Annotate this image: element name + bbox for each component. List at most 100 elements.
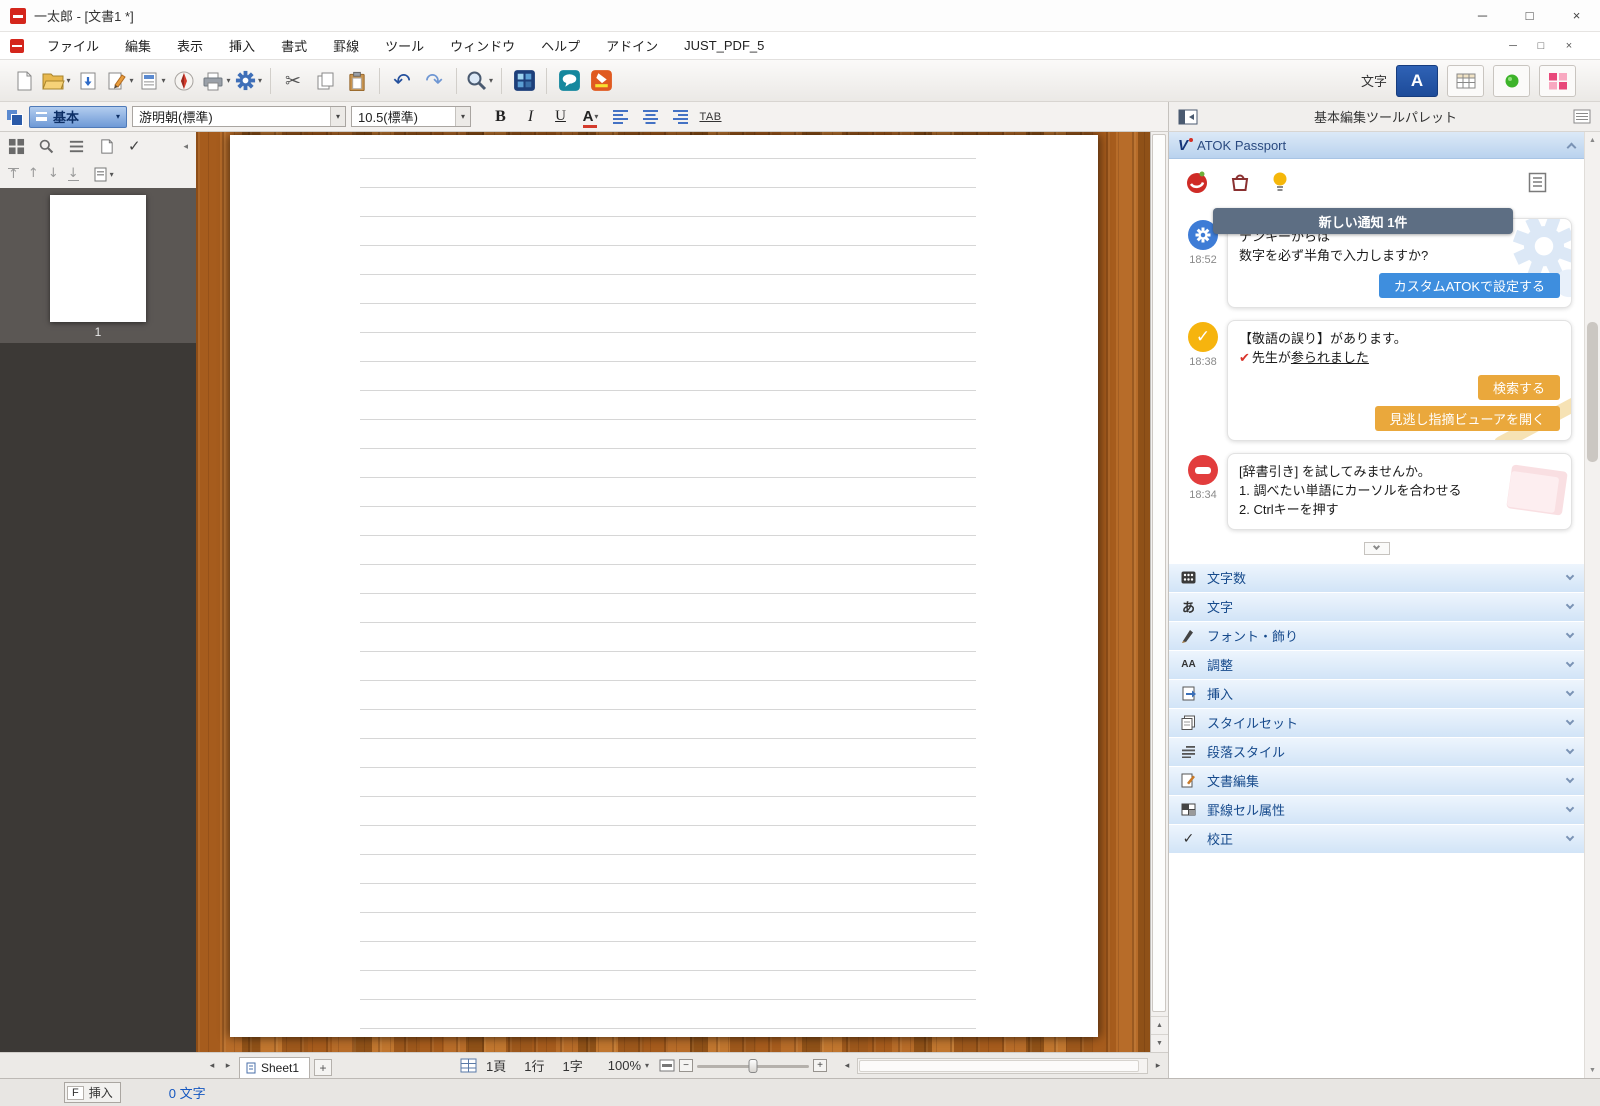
palette-dock-icon[interactable] [1178, 109, 1198, 125]
section-expand-icon[interactable] [1565, 717, 1575, 726]
atok-collapse-tab[interactable] [1363, 541, 1390, 555]
horizontal-scrollbar[interactable] [857, 1057, 1148, 1074]
palette-scroll-up-icon[interactable]: ▲ [1585, 132, 1600, 148]
redo-button[interactable]: ↷ [419, 64, 449, 98]
doc-restore-button[interactable]: □ [1530, 36, 1552, 56]
close-button[interactable]: × [1553, 0, 1600, 31]
menu-tools[interactable]: ツール [372, 32, 437, 59]
idea-bulb-icon[interactable] [1270, 171, 1290, 193]
style-preset-dropdown[interactable]: 基本 ▾ [29, 105, 127, 128]
document-page[interactable] [230, 135, 1098, 1037]
atok-collapse-icon[interactable] [1566, 142, 1577, 152]
section-expand-icon[interactable] [1565, 572, 1575, 581]
align-left-button[interactable] [608, 105, 633, 129]
vertical-scrollbar[interactable]: ▲ ▼ [1150, 132, 1168, 1052]
align-center-button[interactable] [638, 105, 663, 129]
paste-button[interactable] [342, 64, 372, 98]
menu-window[interactable]: ウィンドウ [437, 32, 528, 59]
zoom-out-button[interactable]: − [679, 1059, 694, 1072]
open-caret-icon[interactable]: ▾ [66, 76, 70, 85]
palette-scroll-down-icon[interactable]: ▼ [1585, 1062, 1600, 1078]
section-char-count[interactable]: 文字数 [1169, 563, 1584, 593]
palette-mini-icon[interactable] [6, 109, 23, 126]
cut-button[interactable]: ✂ [278, 64, 308, 98]
shop-bag-icon[interactable] [1229, 171, 1251, 193]
last-page-icon[interactable]: ↓ [67, 167, 79, 181]
correction-target[interactable]: 参られました [1291, 350, 1369, 365]
search-caret-icon[interactable]: ▾ [489, 76, 493, 85]
page-1-thumbnail[interactable] [50, 195, 146, 322]
menu-format[interactable]: 書式 [268, 32, 320, 59]
prev-page-icon[interactable]: ↑ [28, 167, 39, 180]
size-dropdown-arrow-icon[interactable]: ▾ [455, 107, 470, 126]
zoom-control[interactable]: 100% ▾ [608, 1058, 649, 1073]
save-button[interactable] [73, 64, 103, 98]
print-button[interactable]: ▾ [201, 64, 231, 98]
thumbnail-grid-view-icon[interactable] [8, 138, 25, 155]
menu-help[interactable]: ヘルプ [528, 32, 593, 59]
preview-caret-icon[interactable]: ▾ [161, 76, 165, 85]
section-expand-icon[interactable] [1565, 659, 1575, 668]
search-button[interactable]: ▾ [464, 64, 494, 98]
table-mode-button[interactable] [1447, 64, 1484, 97]
page-layout-icon[interactable] [460, 1058, 477, 1073]
font-color-caret-icon[interactable]: ▾ [594, 112, 598, 121]
section-proofread[interactable]: ✓ 校正 [1169, 824, 1584, 854]
list-view-icon[interactable] [68, 138, 85, 155]
section-expand-icon[interactable] [1565, 833, 1575, 842]
zoom-slider-thumb[interactable] [748, 1058, 758, 1073]
page-view-icon[interactable] [98, 138, 115, 155]
zoom-search-icon[interactable] [38, 138, 55, 155]
font-name-dropdown[interactable]: 游明朝(標準) ▾ [132, 106, 346, 127]
underline-button[interactable]: U [548, 105, 573, 129]
open-missed-viewer-button[interactable]: 見逃し指摘ビューアを開く [1374, 406, 1560, 432]
section-expand-icon[interactable] [1565, 630, 1575, 639]
new-document-button[interactable] [9, 64, 39, 98]
open-file-button[interactable]: ▾ [41, 64, 71, 98]
input-pad-button[interactable] [554, 64, 584, 98]
menu-addin[interactable]: アドイン [593, 32, 671, 59]
align-right-button[interactable] [668, 105, 693, 129]
menu-file[interactable]: ファイル [34, 32, 112, 59]
atok-passport-header[interactable]: V ATOK Passport [1169, 132, 1584, 159]
doc-minimize-button[interactable]: ─ [1502, 36, 1524, 56]
bold-button[interactable]: B [488, 105, 513, 129]
sheet-next-icon[interactable]: ▸ [220, 1058, 236, 1074]
atok-notes-icon[interactable] [1528, 172, 1547, 193]
hscroll-right-icon[interactable]: ▸ [1150, 1058, 1166, 1074]
menu-view[interactable]: 表示 [164, 32, 216, 59]
char-mode-button[interactable]: A [1396, 64, 1438, 97]
menu-insert[interactable]: 挿入 [216, 32, 268, 59]
section-insert[interactable]: 挿入 [1169, 679, 1584, 709]
atok-service-icon[interactable] [1184, 169, 1210, 195]
print-preview-button[interactable]: ▾ [137, 64, 167, 98]
menu-edit[interactable]: 編集 [112, 32, 164, 59]
section-expand-icon[interactable] [1565, 775, 1575, 784]
print-caret-icon[interactable]: ▾ [226, 76, 230, 85]
menu-ruled-line[interactable]: 罫線 [320, 32, 372, 59]
section-character[interactable]: あ 文字 [1169, 592, 1584, 622]
tab-button[interactable]: TAB [698, 105, 723, 129]
section-expand-icon[interactable] [1565, 804, 1575, 813]
section-style-set[interactable]: スタイルセット [1169, 708, 1584, 738]
page-jump-icon[interactable]: ▾ [94, 167, 114, 182]
fit-width-icon[interactable] [659, 1059, 675, 1072]
scroll-down-icon[interactable]: ▼ [1151, 1034, 1168, 1052]
save-as-button[interactable]: ▾ [105, 64, 135, 98]
copy-button[interactable] [310, 64, 340, 98]
next-page-icon[interactable]: ↓ [48, 167, 59, 180]
sidebar-collapse-icon[interactable]: ◂ [183, 141, 188, 152]
italic-button[interactable]: I [518, 105, 543, 129]
sheet-prev-icon[interactable]: ◂ [204, 1058, 220, 1074]
menu-just-pdf[interactable]: JUST_PDF_5 [671, 32, 777, 59]
zoom-caret-icon[interactable]: ▾ [645, 1061, 649, 1070]
scroll-up-icon[interactable]: ▲ [1151, 1016, 1168, 1034]
section-font-decoration[interactable]: フォント・飾り [1169, 621, 1584, 651]
search-correction-button[interactable]: 検索する [1477, 375, 1560, 401]
palette-scrollbar-thumb[interactable] [1587, 322, 1598, 462]
proof-check-icon[interactable]: ✓ [128, 137, 141, 155]
section-expand-icon[interactable] [1565, 688, 1575, 697]
vertical-scrollbar-thumb[interactable] [1152, 134, 1166, 1012]
section-adjust[interactable]: AA 調整 [1169, 650, 1584, 680]
settings-caret-icon[interactable]: ▾ [258, 76, 262, 85]
